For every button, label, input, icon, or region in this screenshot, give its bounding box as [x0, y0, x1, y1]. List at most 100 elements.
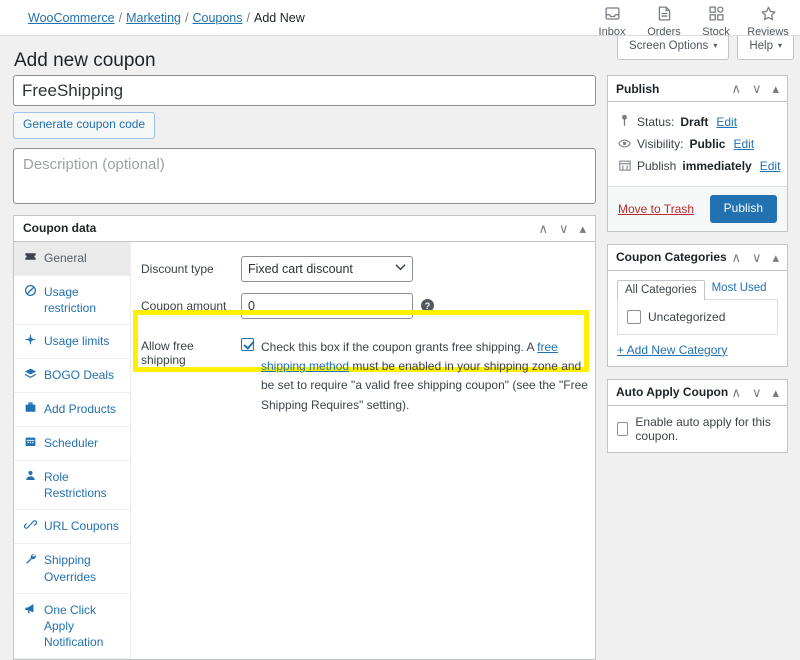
collapse-toggle-icon[interactable]: ▴: [772, 251, 779, 264]
activity-orders[interactable]: Orders: [638, 2, 690, 38]
move-down-icon[interactable]: ∨: [752, 251, 762, 264]
breadcrumb-item-marketing[interactable]: Marketing: [126, 11, 181, 25]
move-up-icon[interactable]: ∧: [731, 251, 741, 264]
publish-schedule-edit-link[interactable]: Edit: [760, 159, 781, 173]
publish-panel-title: Publish: [616, 82, 731, 96]
tab-most-used[interactable]: Most Used: [705, 279, 774, 299]
auto-apply-checkbox[interactable]: [617, 422, 628, 436]
allow-free-shipping-label: Allow free shipping: [141, 338, 241, 416]
activity-stock[interactable]: Stock: [690, 2, 742, 38]
discount-type-label: Discount type: [141, 262, 241, 276]
tab-scheduler[interactable]: Scheduler: [14, 427, 130, 461]
top-bar: WooCommerce/Marketing/Coupons/Add New In…: [0, 0, 800, 36]
chevron-down-icon: ▾: [713, 41, 717, 50]
publish-schedule-prefix: Publish: [637, 159, 676, 173]
allow-free-shipping-checkbox[interactable]: [241, 338, 254, 351]
coupon-categories-list: Uncategorized: [617, 299, 778, 335]
collapse-toggle-icon[interactable]: ▴: [772, 386, 779, 399]
tab-general[interactable]: General: [14, 242, 130, 276]
main-content-column: Generate coupon code Coupon data ∧ ∨ ▴: [13, 75, 596, 660]
panel-controls: ∧ ∨ ▴: [731, 386, 779, 399]
move-up-icon[interactable]: ∧: [731, 82, 741, 95]
screen-options-label: Screen Options: [629, 40, 708, 52]
publish-schedule-row: Publish immediately Edit: [618, 155, 777, 177]
coupon-data-header: Coupon data ∧ ∨ ▴: [14, 216, 595, 242]
tab-general-label: General: [44, 250, 87, 266]
auto-apply-coupon-header: Auto Apply Coupon ∧ ∨ ▴: [608, 380, 787, 406]
tab-shipping-overrides-label: Shipping Overrides: [44, 552, 124, 584]
tab-one-click-apply-notification[interactable]: One Click Apply Notification: [14, 594, 130, 660]
tab-shipping-overrides[interactable]: Shipping Overrides: [14, 544, 130, 593]
panel-controls: ∧ ∨ ▴: [731, 251, 779, 264]
breadcrumb: WooCommerce/Marketing/Coupons/Add New: [28, 11, 305, 25]
help-tip-icon[interactable]: ?: [421, 299, 434, 312]
auto-apply-coupon-title: Auto Apply Coupon: [616, 385, 731, 399]
screen-meta-links: Screen Options ▾ Help▾: [617, 36, 794, 60]
move-down-icon[interactable]: ∨: [752, 82, 762, 95]
coupon-amount-input[interactable]: [241, 293, 413, 319]
calendar-icon: [23, 435, 37, 452]
coupon-categories-panel: Coupon Categories ∧ ∨ ▴ All Categories M…: [607, 244, 788, 367]
breadcrumb-item-woocommerce[interactable]: WooCommerce: [28, 11, 115, 25]
coupon-categories-header: Coupon Categories ∧ ∨ ▴: [608, 245, 787, 271]
coupon-categories-body: All Categories Most Used Uncategorized +…: [608, 271, 787, 366]
tab-usage-limits[interactable]: Usage limits: [14, 325, 130, 359]
panel-controls: ∧ ∨ ▴: [538, 222, 586, 235]
coupon-data-panel: Coupon data ∧ ∨ ▴ General: [13, 215, 596, 660]
help-button[interactable]: Help▾: [737, 36, 794, 60]
move-up-icon[interactable]: ∧: [538, 222, 548, 235]
move-down-icon[interactable]: ∨: [752, 386, 762, 399]
panel-controls: ∧ ∨ ▴: [731, 82, 779, 95]
reviews-star-icon: [760, 5, 777, 24]
breadcrumb-separator: /: [243, 11, 254, 25]
publish-status-value: Draft: [680, 115, 708, 129]
publish-status-row: Status: Draft Edit: [618, 110, 777, 133]
add-new-category-link[interactable]: + Add New Category: [617, 343, 727, 357]
move-up-icon[interactable]: ∧: [731, 386, 741, 399]
coupon-description-input[interactable]: [13, 148, 596, 204]
category-checkbox-uncategorized[interactable]: [627, 310, 641, 324]
crosshair-icon: [23, 333, 37, 350]
publish-status-edit-link[interactable]: Edit: [716, 115, 737, 129]
move-to-trash-link[interactable]: Move to Trash: [618, 202, 694, 216]
discount-type-row: Discount type Fixed cart discount: [131, 256, 595, 282]
tab-bogo-deals-label: BOGO Deals: [44, 367, 114, 383]
tab-bogo-deals[interactable]: BOGO Deals: [14, 359, 130, 393]
screen-options-button[interactable]: Screen Options ▾: [617, 36, 729, 60]
activity-panel-icons: Inbox Orders Stock: [586, 2, 794, 38]
publish-meta-list: Status: Draft Edit Visibility: Public Ed…: [608, 102, 787, 186]
tab-add-products-label: Add Products: [44, 401, 116, 417]
tab-all-categories[interactable]: All Categories: [617, 280, 705, 300]
auto-apply-label: Enable auto apply for this coupon.: [635, 415, 778, 443]
tab-usage-restriction[interactable]: Usage restriction: [14, 276, 130, 325]
coupon-categories-tabs: All Categories Most Used: [617, 279, 778, 299]
coupon-data-title: Coupon data: [23, 221, 538, 235]
publish-panel-header: Publish ∧ ∨ ▴: [608, 76, 787, 102]
activity-reviews[interactable]: Reviews: [742, 2, 794, 38]
collapse-toggle-icon[interactable]: ▴: [772, 82, 779, 95]
inbox-icon: [604, 5, 621, 24]
megaphone-icon: [23, 602, 37, 619]
auto-apply-coupon-body: Enable auto apply for this coupon.: [608, 406, 787, 452]
coupon-data-body: General Usage restriction: [14, 242, 595, 660]
tab-role-restrictions[interactable]: Role Restrictions: [14, 461, 130, 510]
tab-url-coupons[interactable]: URL Coupons: [14, 510, 130, 544]
coupon-code-input[interactable]: [13, 75, 596, 106]
tab-scheduler-label: Scheduler: [44, 435, 98, 451]
category-label-uncategorized: Uncategorized: [648, 310, 725, 324]
publish-status-prefix: Status:: [637, 115, 674, 129]
wrench-icon: [23, 552, 37, 569]
tab-add-products[interactable]: Add Products: [14, 393, 130, 427]
publish-visibility-edit-link[interactable]: Edit: [733, 137, 754, 151]
collapse-toggle-icon[interactable]: ▴: [579, 222, 586, 235]
breadcrumb-item-coupons[interactable]: Coupons: [192, 11, 242, 25]
publish-visibility-prefix: Visibility:: [637, 137, 683, 151]
generate-coupon-code-button[interactable]: Generate coupon code: [13, 112, 155, 139]
tab-usage-restriction-label: Usage restriction: [44, 284, 124, 316]
coupon-amount-label: Coupon amount: [141, 299, 241, 313]
coupon-categories-title: Coupon Categories: [616, 250, 731, 264]
publish-button[interactable]: Publish: [710, 195, 777, 223]
activity-inbox[interactable]: Inbox: [586, 2, 638, 38]
move-down-icon[interactable]: ∨: [559, 222, 569, 235]
discount-type-select[interactable]: Fixed cart discount: [241, 256, 413, 282]
